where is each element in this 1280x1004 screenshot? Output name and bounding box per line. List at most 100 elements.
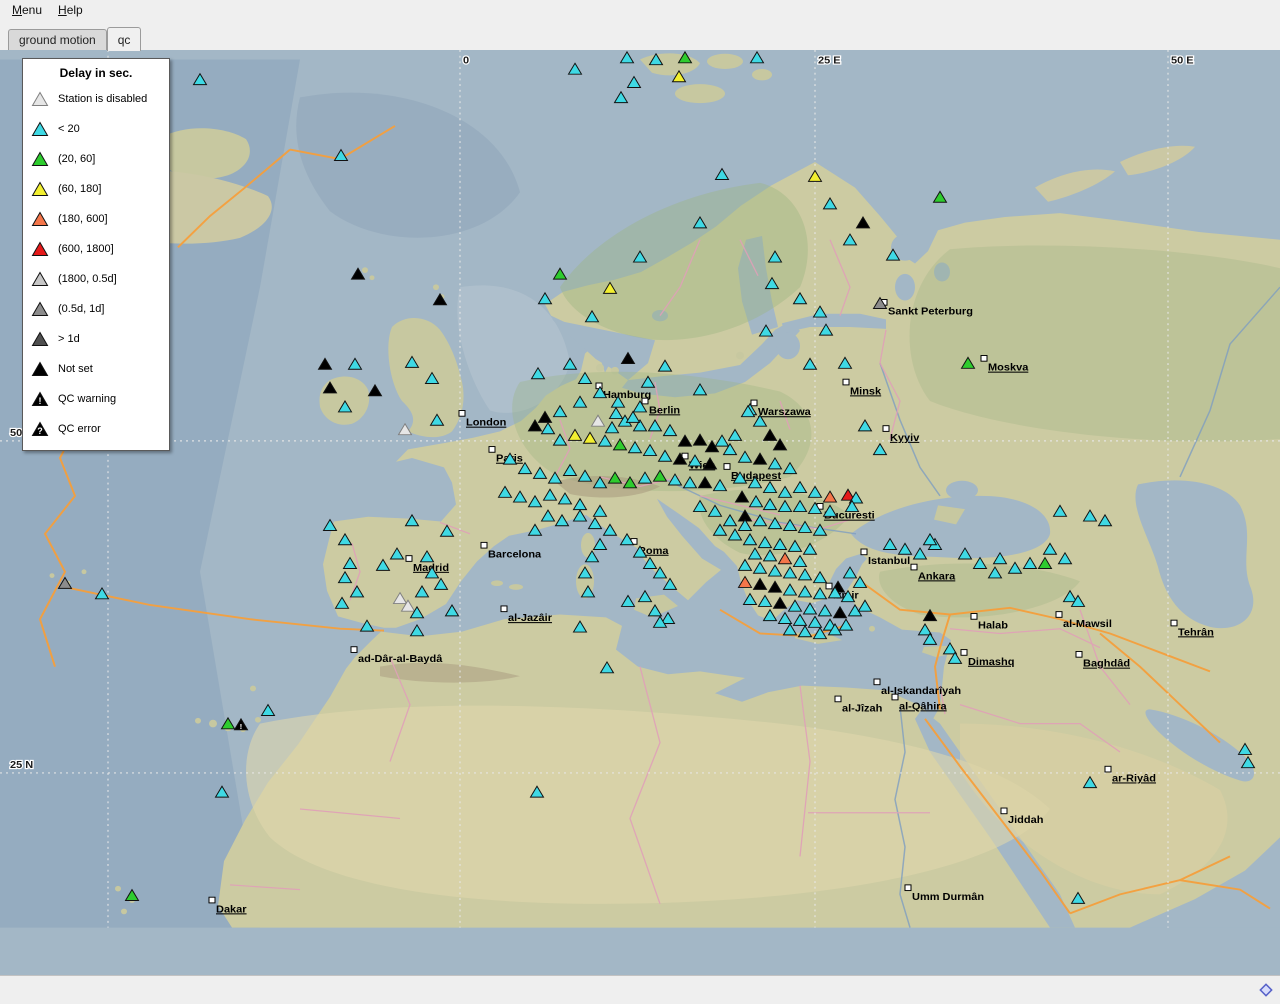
legend-item-label: QC error (58, 423, 101, 435)
legend-panel: Delay in sec. Station is disabled< 20(20… (22, 58, 170, 451)
legend-swatch-icon (31, 151, 49, 167)
city-square-icon (826, 583, 832, 589)
svg-text:!: ! (39, 396, 42, 406)
map-area[interactable]: 025 E50 E50 N25 N LondonParisHamburgBerl… (0, 50, 1280, 975)
city-square-icon (406, 556, 412, 562)
legend-item-label: (600, 1800] (58, 243, 114, 255)
city-label: Kyyiv (890, 432, 919, 444)
legend-item-label: Not set (58, 363, 93, 375)
city-label: Warszawa (758, 406, 812, 418)
grid-label: 0 (463, 55, 469, 67)
menubar: MenuHelp (0, 0, 1280, 20)
legend-item-label: (60, 180] (58, 183, 101, 195)
legend-item-label: (1800, 0.5d] (58, 273, 117, 285)
city-label: al-Jîzah (842, 702, 882, 714)
city-square-icon (911, 564, 917, 570)
legend-swatch-icon (31, 301, 49, 317)
city-label: Sankt Peterburg (888, 306, 973, 318)
legend-swatch-icon (31, 331, 49, 347)
tab-qc[interactable]: qc (107, 27, 142, 51)
network-status-icon[interactable] (1258, 982, 1274, 998)
legend-swatch-icon (31, 181, 49, 197)
tabbar: ground motionqc (0, 20, 1280, 50)
city-label: ad-Dâr-al-Baydâ (358, 653, 442, 665)
city-square-icon (642, 398, 648, 404)
tab-ground-motion[interactable]: ground motion (8, 29, 107, 51)
city-label: Ankara (918, 571, 956, 583)
city-square-icon (905, 885, 911, 891)
city-square-icon (874, 679, 880, 685)
legend-swatch-icon (31, 361, 49, 377)
station-qc-glyph: ! (240, 722, 243, 731)
city-label: Umm Durmân (912, 891, 984, 903)
city-square-icon (971, 614, 977, 620)
city-square-icon (501, 606, 507, 612)
city-label: Minsk (850, 386, 881, 398)
city-label: Berlin (649, 405, 680, 417)
city-square-icon (1105, 766, 1111, 772)
legend-swatch-icon (31, 91, 49, 107)
city-label: Barcelona (488, 549, 542, 561)
legend-item: (180, 600] (23, 204, 169, 234)
grid-label: 50 E (1171, 55, 1194, 67)
legend-item-label: Station is disabled (58, 93, 147, 105)
legend-swatch-icon: ! (31, 391, 49, 407)
city-label: al-Qâhira (899, 701, 948, 713)
legend-swatch-icon (31, 241, 49, 257)
legend-items: Station is disabled< 20(20, 60](60, 180]… (23, 84, 169, 444)
city-label: Dakar (216, 904, 247, 916)
city-square-icon (843, 379, 849, 385)
city-square-icon (459, 411, 465, 417)
city-label: Moskva (988, 362, 1029, 374)
legend-item: ! QC warning (23, 384, 169, 414)
city-square-icon (724, 464, 730, 470)
city-label: Dimashq (968, 656, 1014, 668)
city-label: Tehrân (1178, 627, 1214, 639)
city-square-icon (1056, 612, 1062, 618)
svg-text:?: ? (37, 426, 43, 436)
legend-item-label: > 1d (58, 333, 80, 345)
city-square-icon (751, 400, 757, 406)
city-square-icon (835, 696, 841, 702)
city-label: ar-Riyâd (1112, 773, 1156, 785)
legend-item: Station is disabled (23, 84, 169, 114)
grid-label: 25 N (10, 759, 33, 771)
statusbar (0, 975, 1280, 1004)
legend-item: > 1d (23, 324, 169, 354)
legend-item: Not set (23, 354, 169, 384)
legend-item-label: (180, 600] (58, 213, 108, 225)
city-label: Halab (978, 620, 1008, 632)
legend-item: ? QC error (23, 414, 169, 444)
city-label: al-Mawsil (1063, 618, 1112, 630)
legend-item-label: (0.5d, 1d] (58, 303, 104, 315)
city-label: Istanbul (868, 555, 910, 567)
city-square-icon (489, 447, 495, 453)
city-square-icon (961, 650, 967, 656)
city-square-icon (481, 542, 487, 548)
city-square-icon (209, 897, 215, 903)
city-square-icon (883, 426, 889, 432)
legend-swatch-icon: ? (31, 421, 49, 437)
city-square-icon (981, 355, 987, 361)
legend-swatch-icon (31, 121, 49, 137)
grid-label: 25 E (818, 55, 841, 67)
city-square-icon (1076, 651, 1082, 657)
legend-swatch-icon (31, 271, 49, 287)
legend-item: (0.5d, 1d] (23, 294, 169, 324)
menu-item-menu[interactable]: Menu (4, 0, 50, 19)
legend-item-label: QC warning (58, 393, 116, 405)
city-square-icon (1001, 808, 1007, 814)
legend-swatch-icon (31, 211, 49, 227)
menu-item-help[interactable]: Help (50, 0, 91, 19)
city-label: al-Jazâir (508, 612, 553, 624)
legend-item: (600, 1800] (23, 234, 169, 264)
city-square-icon (861, 549, 867, 555)
city-square-icon (1171, 620, 1177, 626)
legend-item: (60, 180] (23, 174, 169, 204)
city-square-icon (892, 694, 898, 700)
legend-item-label: (20, 60] (58, 153, 95, 165)
city-square-icon (351, 647, 357, 653)
city-label: Baghdâd (1083, 658, 1130, 670)
map-svg[interactable]: 025 E50 E50 N25 N LondonParisHamburgBerl… (0, 50, 1280, 975)
legend-item: (1800, 0.5d] (23, 264, 169, 294)
